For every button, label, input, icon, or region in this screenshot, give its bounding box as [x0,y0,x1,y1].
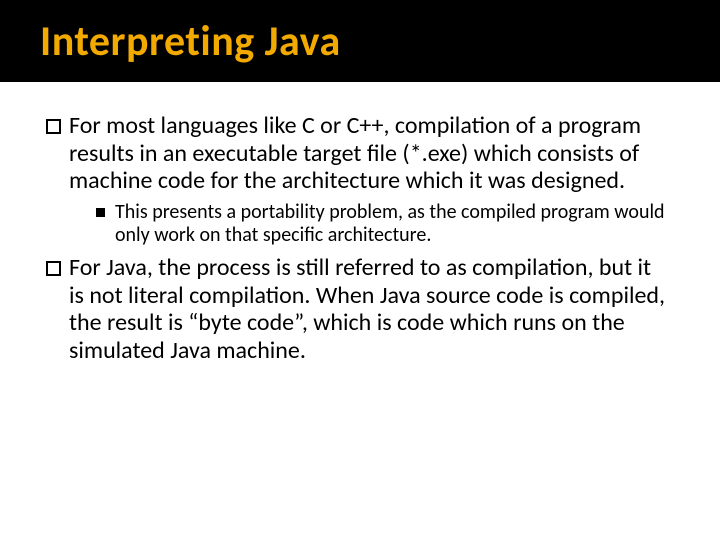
bullet-item: For most languages like C or C++, compil… [46,112,670,195]
sub-bullet-text: This presents a portability problem, as … [115,201,670,248]
bullet-item: For Java, the process is still referred … [46,254,670,364]
square-bullet-icon [46,119,61,134]
square-bullet-icon [46,261,61,276]
bullet-text: For most languages like C or C++, compil… [69,112,670,195]
bullet-text: For Java, the process is still referred … [69,254,670,364]
mini-square-bullet-icon [96,208,105,217]
slide: Interpreting Java For most languages lik… [0,0,720,540]
sub-bullet-item: This presents a portability problem, as … [96,201,670,248]
slide-title: Interpreting Java [40,20,720,64]
slide-body: For most languages like C or C++, compil… [0,82,720,364]
title-band: Interpreting Java [0,0,720,82]
